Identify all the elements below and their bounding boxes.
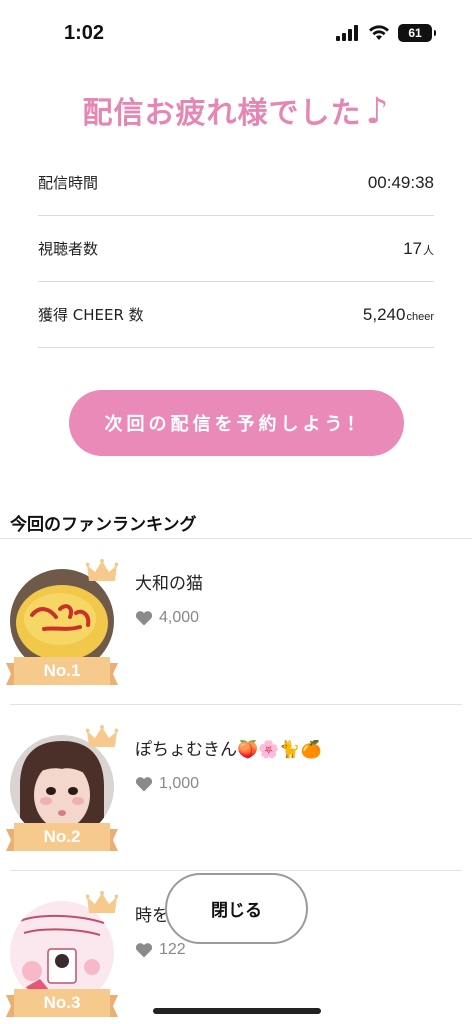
fan-name: 時を bbox=[135, 906, 169, 926]
status-time: 1:02 bbox=[64, 22, 105, 44]
fan-name: ぽちょむきん🍑🌸🐈🍊 bbox=[135, 740, 322, 760]
ranking-title: 今回のファンランキング bbox=[10, 515, 197, 535]
fan-name: 大和の猫 bbox=[135, 574, 203, 594]
stat-row-viewers: 視聴者数 17人 bbox=[38, 216, 434, 282]
fan-score: 4,000 bbox=[135, 609, 199, 627]
fan-score-value: 4,000 bbox=[159, 609, 200, 626]
fan-score-value: 1,000 bbox=[159, 775, 200, 792]
heart-icon bbox=[135, 611, 153, 626]
stat-value: 17人 bbox=[403, 239, 434, 259]
page-title: 配信お疲れ様でした ♪ bbox=[0, 88, 472, 132]
battery-level: 61 bbox=[408, 26, 422, 40]
stats-list: 配信時間 00:49:38 視聴者数 17人 獲得 CHEER 数 5,240c… bbox=[38, 150, 434, 348]
fan-score: 1,000 bbox=[135, 775, 199, 793]
music-note-icon: ♪ bbox=[365, 91, 390, 132]
wifi-icon bbox=[369, 25, 389, 40]
rank-label: No.1 bbox=[43, 661, 81, 680]
home-indicator[interactable] bbox=[153, 1008, 321, 1014]
reserve-next-stream-button[interactable]: 次回の配信を予約しよう！ bbox=[69, 390, 404, 456]
fan-score-value: 122 bbox=[159, 941, 186, 958]
battery-icon: 61 bbox=[398, 24, 436, 42]
rank-label: No.2 bbox=[43, 827, 81, 846]
stat-value-number: 17 bbox=[403, 238, 422, 258]
status-bar: 1:02 61 bbox=[0, 0, 472, 64]
heart-icon bbox=[135, 943, 153, 958]
fan-score: 122 bbox=[135, 941, 186, 959]
stat-value-number: 5,240 bbox=[362, 304, 406, 324]
crown-icon bbox=[86, 891, 118, 913]
stat-unit: cheer bbox=[406, 310, 434, 323]
ranking-item[interactable]: No.2 ぽちょむきん🍑🌸🐈🍊 1,000 bbox=[0, 705, 472, 871]
rank-label: No.3 bbox=[43, 993, 81, 1012]
crown-icon bbox=[86, 559, 118, 581]
signal-icon bbox=[336, 25, 358, 41]
page-title-text: 配信お疲れ様でした bbox=[82, 96, 362, 131]
stat-row-cheer: 獲得 CHEER 数 5,240cheer bbox=[38, 282, 434, 348]
stat-row-duration: 配信時間 00:49:38 bbox=[38, 150, 434, 216]
status-icons: 61 bbox=[336, 24, 436, 42]
stat-label: 視聴者数 bbox=[38, 240, 99, 258]
stat-value-number: 00:49:38 bbox=[367, 172, 434, 192]
crown-icon bbox=[86, 725, 118, 747]
ranking-item[interactable]: No.1 大和の猫 4,000 bbox=[0, 539, 472, 705]
close-button[interactable]: 閉じる bbox=[165, 873, 308, 944]
heart-icon bbox=[135, 777, 153, 792]
stat-value: 00:49:38 bbox=[368, 173, 434, 193]
stat-value: 5,240cheer bbox=[363, 305, 434, 325]
stat-label: 獲得 CHEER 数 bbox=[38, 306, 144, 324]
stat-unit: 人 bbox=[423, 244, 434, 257]
stat-label: 配信時間 bbox=[38, 174, 99, 192]
